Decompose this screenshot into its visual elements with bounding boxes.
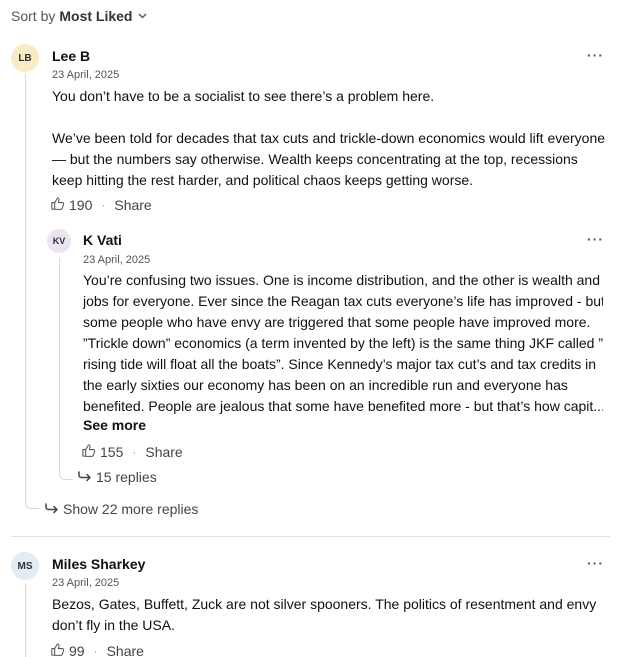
comment-paragraph: We’ve been told for decades that tax cut…: [52, 130, 606, 188]
like-count: 190: [69, 197, 93, 213]
reply-line: the early sixties our economy has been o…: [83, 377, 568, 393]
more-options-icon[interactable]: ···: [587, 48, 604, 62]
separator-dot: ·: [101, 198, 106, 212]
view-replies-button[interactable]: 15 replies: [78, 469, 157, 485]
thread-elbow: [25, 495, 39, 509]
thumbs-up-icon: [81, 443, 96, 461]
avatar: MS: [11, 552, 39, 580]
comment-line: Bezos, Gates, Buffett, Zuck are not silv…: [52, 596, 597, 612]
comment-divider: [11, 536, 610, 537]
thumbs-up-icon: [50, 642, 65, 657]
reply-body: You’re confusing two issues. One is inco…: [83, 270, 603, 417]
thread-elbow: [59, 468, 73, 480]
separator-dot: ·: [132, 445, 137, 459]
more-options-icon[interactable]: ···: [587, 556, 604, 570]
reply-arrow-icon: [78, 469, 92, 485]
comment-actions: 190 · Share: [50, 196, 152, 214]
share-button[interactable]: Share: [114, 197, 151, 213]
thread-line: [25, 74, 26, 500]
comment-author[interactable]: K Vati: [83, 232, 122, 248]
comment-date: 23 April, 2025: [52, 577, 120, 589]
avatar: LB: [11, 44, 39, 72]
comment-line: don’t fly in the USA.: [52, 617, 175, 633]
more-replies-label: Show 22 more replies: [63, 501, 199, 517]
comment-date: 23 April, 2025: [52, 69, 120, 81]
reply-line: rising tide will float all the boats”. S…: [83, 356, 597, 372]
share-button[interactable]: Share: [145, 444, 182, 460]
reply-line: benefited. People are jealous that some …: [83, 398, 603, 414]
comment-author[interactable]: Miles Sharkey: [52, 556, 145, 572]
comment-author[interactable]: Lee B: [52, 48, 90, 64]
see-more-button[interactable]: See more: [83, 417, 146, 433]
show-more-replies-button[interactable]: Show 22 more replies: [45, 501, 198, 517]
like-button[interactable]: 99: [50, 642, 85, 657]
reply-line: You’re confusing two issues. One is inco…: [83, 272, 601, 288]
sort-dropdown[interactable]: Sort by Most Liked: [11, 8, 147, 24]
thumbs-up-icon: [50, 196, 65, 214]
sort-value: Most Liked: [59, 8, 133, 24]
like-button[interactable]: 155: [81, 443, 123, 461]
reply-line: ”Trickle down” economics (a term invente…: [83, 335, 603, 351]
like-count: 99: [69, 643, 85, 657]
comment-paragraph: You don’t have to be a socialist to see …: [52, 88, 435, 104]
comment-body: Bezos, Gates, Buffett, Zuck are not silv…: [52, 594, 612, 636]
reply-actions: 155 · Share: [81, 443, 183, 461]
sort-prefix: Sort by: [11, 8, 56, 24]
thread-line: [59, 258, 60, 472]
comment-date: 23 April, 2025: [83, 254, 151, 266]
reply-line: some people who have envy are triggered …: [83, 314, 591, 330]
reply-line: jobs for everyone. Ever since the Reagan…: [83, 293, 603, 309]
chevron-down-icon: [138, 11, 147, 22]
share-button[interactable]: Share: [107, 643, 144, 657]
replies-count: 15 replies: [96, 469, 157, 485]
more-options-icon[interactable]: ···: [587, 232, 604, 246]
thread-line: [25, 583, 26, 657]
avatar: KV: [47, 229, 71, 253]
reply-arrow-icon: [45, 501, 59, 517]
comment-body: You don’t have to be a socialist to see …: [52, 86, 612, 191]
like-button[interactable]: 190: [50, 196, 92, 214]
like-count: 155: [100, 444, 124, 460]
comment-actions: 99 · Share: [50, 642, 144, 657]
separator-dot: ·: [93, 644, 98, 657]
